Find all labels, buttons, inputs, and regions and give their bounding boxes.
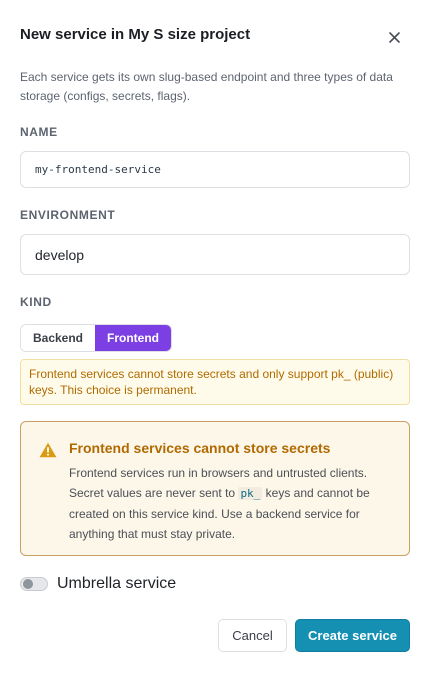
frontend-warning-alert: Frontend services cannot store secrets F…: [20, 421, 410, 556]
kind-label: KIND: [20, 295, 52, 309]
environment-field[interactable]: develop: [20, 234, 410, 275]
close-icon: [388, 31, 400, 43]
kind-option-frontend[interactable]: Frontend: [95, 325, 171, 351]
cancel-button[interactable]: Cancel: [218, 619, 287, 652]
name-label: NAME: [20, 125, 58, 139]
dialog-title: New service in My S size project: [20, 26, 251, 43]
umbrella-label: Umbrella service: [57, 575, 177, 592]
name-field-value: my-frontend-service: [35, 163, 161, 176]
umbrella-row: Umbrella service: [20, 575, 176, 593]
warning-icon: [39, 442, 57, 458]
toggle-knob: [23, 579, 33, 589]
environment-field-value: develop: [35, 246, 85, 263]
dialog-description: Each service gets its own slug-based end…: [20, 70, 393, 103]
kind-hint: Frontend services cannot store secrets a…: [20, 359, 410, 405]
close-button[interactable]: [384, 27, 404, 47]
create-service-button[interactable]: Create service: [295, 619, 410, 652]
name-field[interactable]: my-frontend-service: [20, 151, 410, 188]
alert-body: Frontend services run in browsers and un…: [69, 463, 399, 544]
kind-selector: Backend Frontend: [20, 324, 172, 352]
kind-option-backend[interactable]: Backend: [21, 325, 96, 351]
new-service-dialog: New service in My S size project Each se…: [0, 0, 429, 673]
alert-title: Frontend services cannot store secrets: [69, 440, 331, 456]
umbrella-toggle[interactable]: [20, 577, 48, 591]
environment-label: ENVIRONMENT: [20, 208, 116, 222]
pk-key-code: pk_: [238, 487, 263, 500]
